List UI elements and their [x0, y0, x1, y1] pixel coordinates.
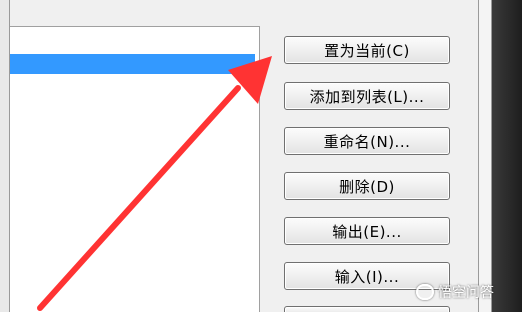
set-current-button[interactable]: 置为当前(C)	[284, 36, 450, 64]
watermark: 悟空问答	[416, 282, 494, 302]
add-to-list-button[interactable]: 添加到列表(L)...	[284, 82, 450, 110]
window-left-edge	[0, 0, 10, 312]
adjacent-window-edge	[478, 0, 492, 312]
background-dark-area	[492, 0, 522, 312]
list-item-selected[interactable]	[10, 54, 255, 74]
next-button-partial[interactable]	[284, 306, 450, 312]
rename-button[interactable]: 重命名(N)...	[284, 127, 450, 155]
export-button[interactable]: 输出(E)...	[284, 217, 450, 245]
delete-button[interactable]: 删除(D)	[284, 172, 450, 200]
speech-bubble-icon	[416, 284, 434, 300]
watermark-text: 悟空问答	[438, 285, 494, 301]
profile-list[interactable]	[10, 26, 260, 312]
